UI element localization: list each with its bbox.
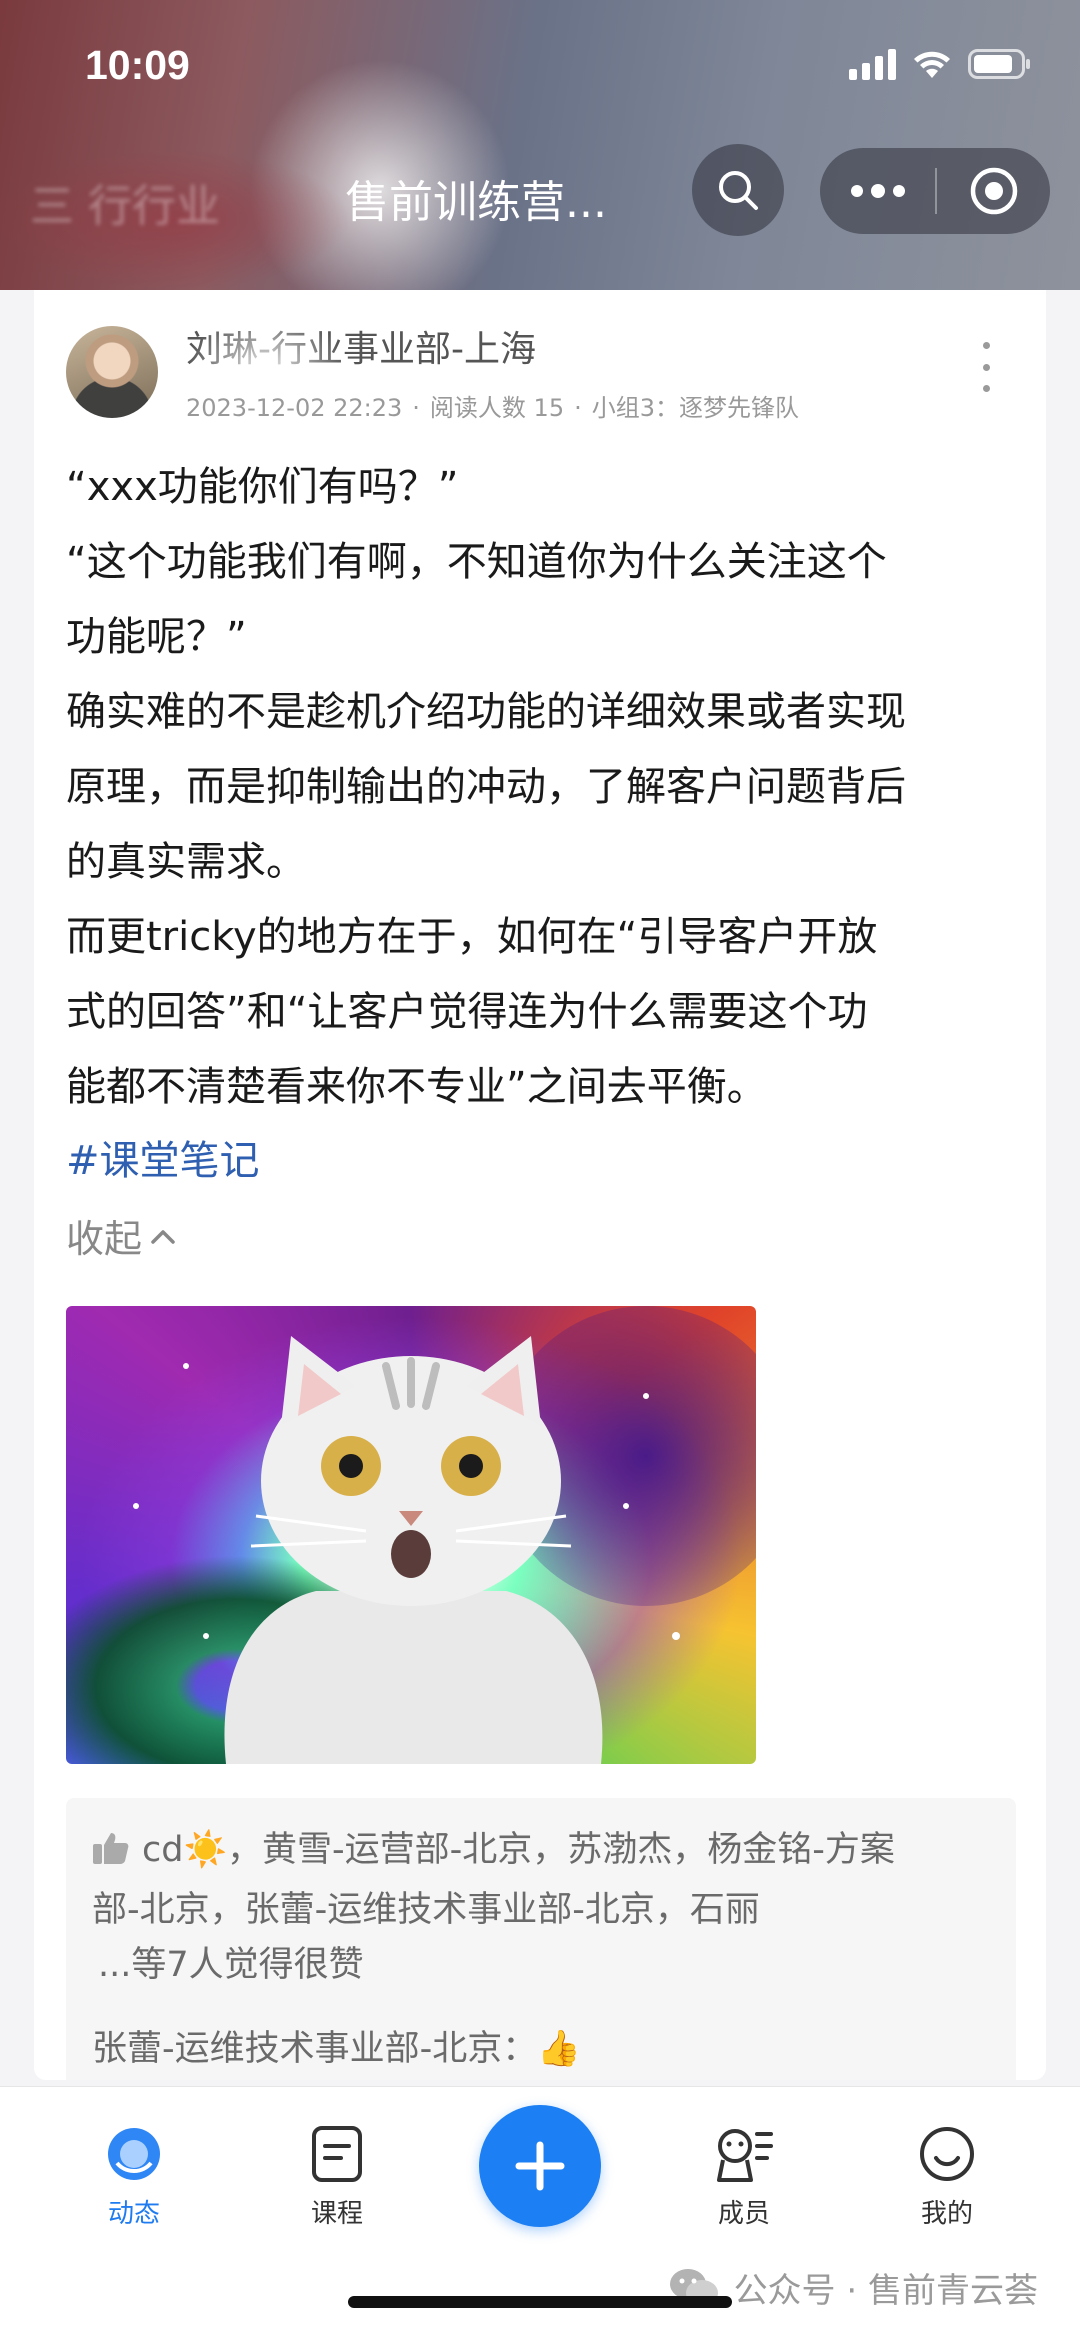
tab-profile[interactable]: 我的 — [877, 2123, 1017, 2233]
post-line: 原理，而是抑制输出的冲动，了解客户问题背后 — [66, 764, 906, 810]
close-button[interactable] — [937, 148, 1050, 234]
battery-icon — [968, 48, 1032, 80]
chevron-up-icon — [151, 1229, 175, 1244]
post-line: 确实难的不是趁机介绍功能的详细效果或者实现 — [66, 689, 906, 735]
tab-label: 成员 — [717, 2199, 770, 2229]
add-post-button[interactable] — [479, 2105, 601, 2227]
tab-course[interactable]: 课程 — [267, 2123, 407, 2233]
search-icon — [719, 171, 758, 210]
tab-label: 课程 — [310, 2199, 363, 2229]
post-image[interactable] — [66, 1306, 756, 1764]
page-title: 售前训练营... — [345, 177, 607, 228]
status-time: 10:09 — [85, 42, 190, 88]
avatar[interactable] — [66, 326, 158, 418]
course-icon — [306, 2123, 368, 2185]
read-count: 阅读人数 15 — [429, 394, 565, 422]
wifi-icon — [912, 48, 952, 80]
collapse-label: 收起 — [66, 1217, 143, 1261]
tab-feed[interactable]: 动态 — [64, 2123, 204, 2233]
post-menu-icon[interactable] — [976, 342, 996, 392]
post-line: 式的回答”和“让客户觉得连为什么需要这个功 — [66, 989, 868, 1035]
collapse-button[interactable]: 收起 — [66, 1208, 176, 1263]
mini-program-capsule — [820, 148, 1050, 234]
tab-members[interactable]: 成员 — [674, 2123, 814, 2233]
post-line: “xxx功能你们有吗？” — [66, 464, 459, 510]
post-line: “这个功能我们有啊，不知道你为什么关注这个 — [66, 539, 887, 585]
post-line: 能都不清楚看来你不专业”之间去平衡。 — [66, 1064, 767, 1110]
more-dots-icon — [850, 184, 905, 198]
post-line: 而更tricky的地方在于，如何在“引导客户开放 — [66, 914, 878, 960]
thumbs-up-icon — [92, 1826, 130, 1882]
more-button[interactable] — [820, 148, 935, 234]
tab-label: 动态 — [107, 2199, 160, 2229]
plus-icon — [515, 2141, 565, 2191]
home-indicator — [348, 2296, 732, 2308]
comment-item[interactable]: 张蕾-运维技术事业部-北京：👍 — [92, 2020, 581, 2071]
group-name: 小组3：逐梦先锋队 — [591, 394, 800, 422]
likes-list: cd☀️，黄雪-运营部-北京，苏渤杰，杨金铭-方案 部-北京，张蕾-运维技术事业… — [92, 1822, 992, 1938]
post-body: “xxx功能你们有吗？” “这个功能我们有啊，不知道你为什么关注这个 功能呢？”… — [66, 450, 1026, 1125]
back-button[interactable]: 三 行行业 — [30, 170, 320, 232]
tab-label: 我的 — [920, 2199, 973, 2229]
likes-line-1[interactable]: cd☀️，黄雪-运营部-北京，苏渤杰，杨金铭-方案 — [142, 1830, 895, 1870]
header: 10:09 三 行行业 售前训练营... — [0, 0, 1080, 290]
post-date: 2023-12-02 22:23 — [186, 394, 403, 422]
hashtag-link[interactable]: #课堂笔记 — [66, 1128, 260, 1186]
cat-illustration — [133, 1336, 680, 1764]
status-icons — [849, 48, 1032, 80]
search-button[interactable] — [692, 144, 784, 236]
likes-line-2[interactable]: 部-北京，张蕾-运维技术事业部-北京，石丽 — [92, 1890, 760, 1930]
watermark-text: 公众号 · 售前青云荟 — [733, 2271, 1038, 2311]
target-close-icon — [970, 167, 1017, 215]
post-card: 刘琳-行业事业部-上海 2023-12-02 22:23 · 阅读人数 15 · 小组3… — [34, 290, 1046, 2080]
post-line: 的真实需求。 — [66, 839, 306, 885]
post-meta: 2023-12-02 22:23 · 阅读人数 15 · 小组3：逐梦先锋队 — [186, 394, 800, 422]
feed-icon — [103, 2123, 165, 2185]
status-bar: 10:09 — [0, 0, 1080, 130]
post-line: 功能呢？” — [66, 614, 247, 660]
members-icon — [713, 2123, 775, 2185]
likes-panel: cd☀️，黄雪-运营部-北京，苏渤杰，杨金铭-方案 部-北京，张蕾-运维技术事业… — [66, 1798, 1016, 2080]
profile-icon — [916, 2123, 978, 2185]
nav-bar: 三 行行业 售前训练营... — [0, 140, 1080, 250]
likes-count[interactable]: ...等7人觉得很赞 — [98, 1936, 364, 1987]
signal-icon — [849, 48, 896, 80]
